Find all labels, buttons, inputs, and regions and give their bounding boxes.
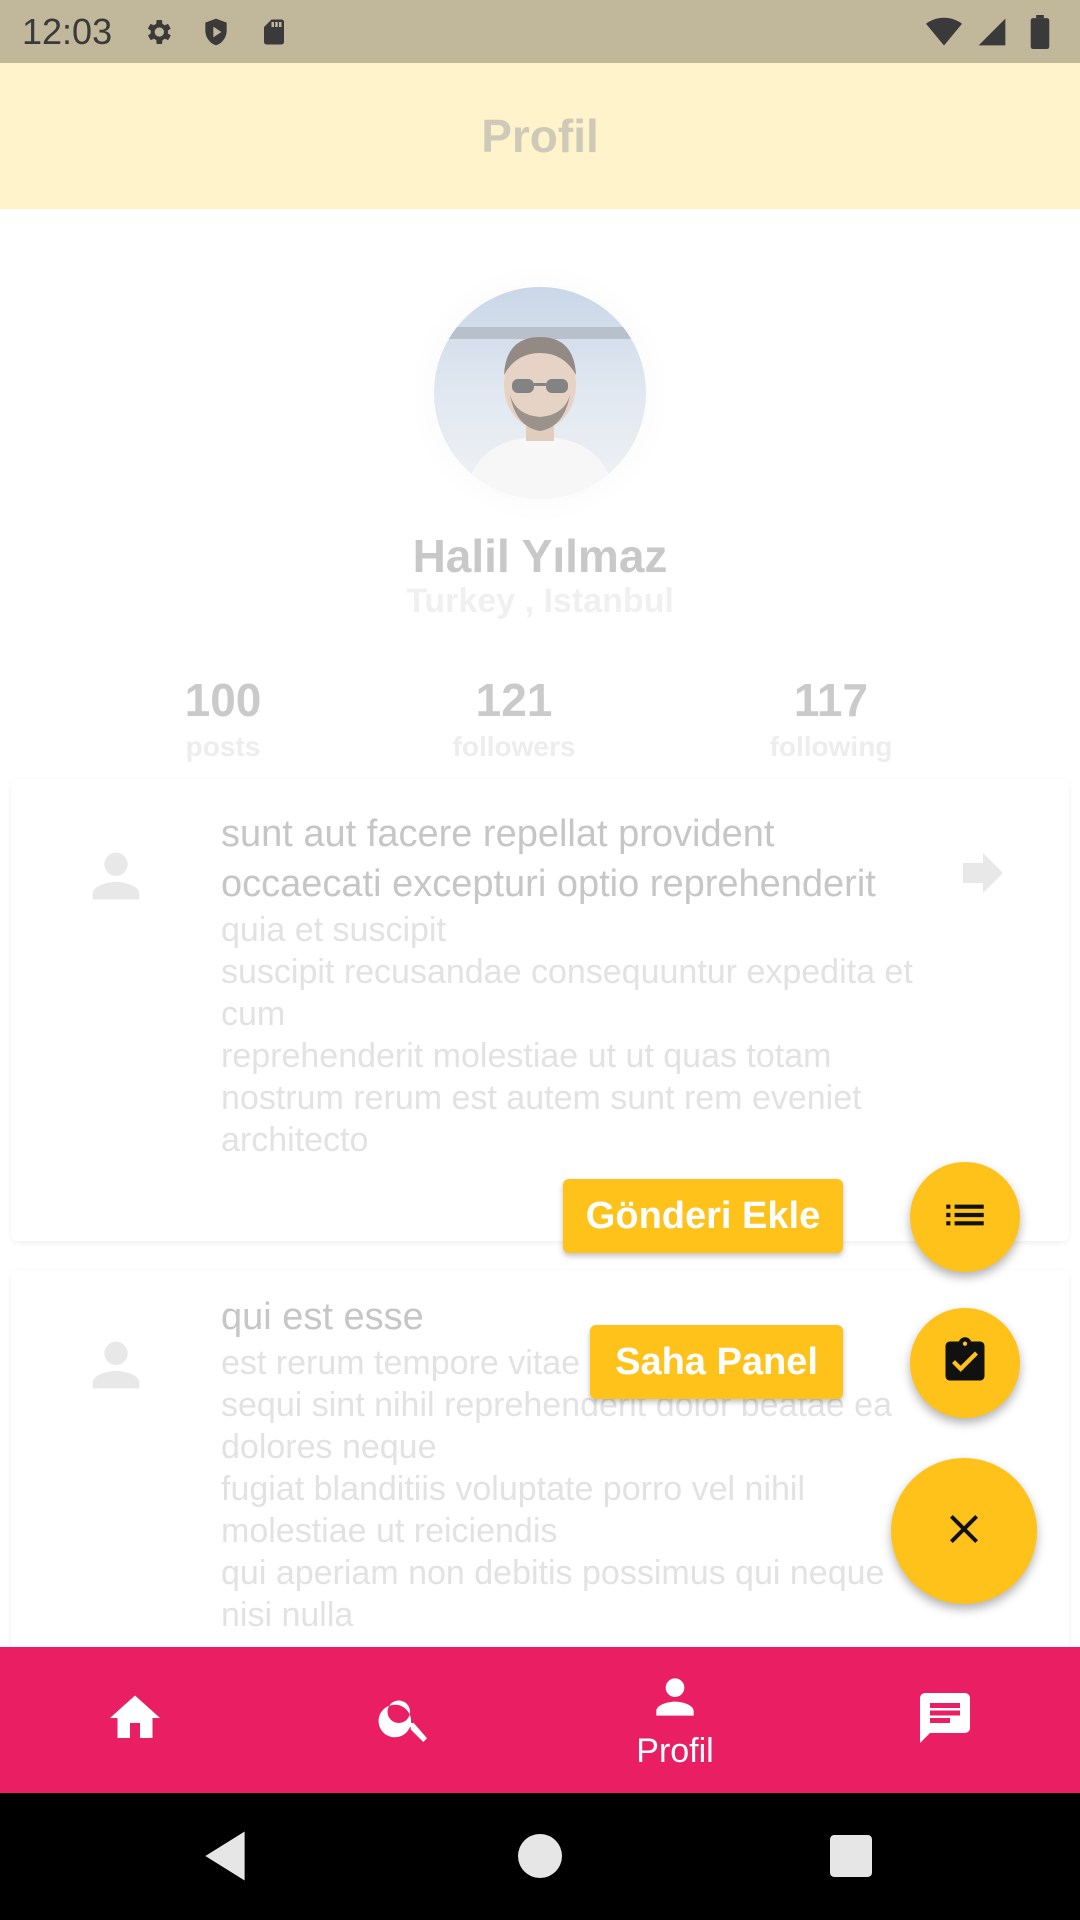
post-card[interactable]: sunt aut facere repellat provident occae…: [11, 779, 1069, 1241]
stat-label: followers: [452, 731, 576, 762]
stat-followers[interactable]: 121 followers: [404, 677, 624, 763]
clipboard-check-icon: [939, 1335, 991, 1392]
list-icon: [940, 1190, 990, 1245]
nav-item-search[interactable]: [270, 1647, 540, 1793]
status-time: 12:03: [22, 10, 113, 52]
system-navigation-bar: [0, 1793, 1080, 1920]
app-bar: Profil: [0, 63, 1080, 209]
profile-name: Halil Yılmaz: [412, 530, 668, 582]
stat-value: 100: [184, 674, 262, 726]
person-icon: [81, 841, 151, 911]
status-bar: 12:03: [0, 0, 1080, 63]
stat-following[interactable]: 117 following: [721, 677, 941, 763]
status-icons-left: [140, 14, 292, 50]
saha-panel-button[interactable]: [910, 1308, 1020, 1418]
speed-dial-toggle-button[interactable]: [891, 1458, 1037, 1604]
stat-label: following: [769, 731, 893, 762]
stat-value: 117: [793, 674, 869, 726]
speed-dial-label-add-post[interactable]: Gönderi Ekle: [563, 1179, 843, 1253]
sd-card-icon: [256, 14, 292, 50]
arrow-forward-icon[interactable]: [953, 843, 1013, 903]
chat-icon: [915, 1688, 975, 1753]
home-icon: [105, 1688, 165, 1753]
post-title: sunt aut facere repellat provident occae…: [221, 813, 876, 905]
profile-header: Halil Yılmaz Turkey , Istanbul 100 posts…: [0, 209, 1080, 779]
person-icon: [647, 1669, 703, 1730]
profile-location: Turkey , Istanbul: [406, 582, 674, 620]
shield-icon: [198, 14, 234, 50]
stat-value: 121: [475, 674, 553, 726]
post-content: sunt aut facere repellat provident occae…: [221, 809, 921, 1161]
bottom-navigation: Profil: [0, 1647, 1080, 1793]
speed-dial-label-saha-panel[interactable]: Saha Panel: [590, 1325, 843, 1399]
avatar[interactable]: [434, 287, 646, 499]
settings-icon: [140, 14, 176, 50]
wifi-icon: [926, 14, 962, 50]
nav-item-messages[interactable]: [810, 1647, 1080, 1793]
back-icon[interactable]: [192, 1823, 258, 1889]
recents-icon[interactable]: [818, 1823, 884, 1889]
add-post-button[interactable]: [910, 1162, 1020, 1272]
status-icons-right: [926, 14, 1058, 50]
close-icon: [940, 1505, 988, 1558]
stat-posts[interactable]: 100 posts: [113, 677, 333, 763]
post-card[interactable]: qui est esse est rerum tempore vitae seq…: [11, 1270, 1069, 1647]
stat-label: posts: [185, 731, 261, 762]
nav-label-profile: Profil: [636, 1732, 714, 1770]
person-icon: [81, 1330, 151, 1400]
home-circle-icon[interactable]: [507, 1823, 573, 1889]
signal-icon: [974, 14, 1010, 50]
nav-item-home[interactable]: [0, 1647, 270, 1793]
battery-icon: [1022, 14, 1058, 50]
post-body: quia et suscipit suscipit recusandae con…: [221, 911, 913, 1159]
page-title: Profil: [481, 110, 599, 162]
nav-item-profile[interactable]: Profil: [540, 1647, 810, 1793]
search-icon: [375, 1688, 435, 1753]
